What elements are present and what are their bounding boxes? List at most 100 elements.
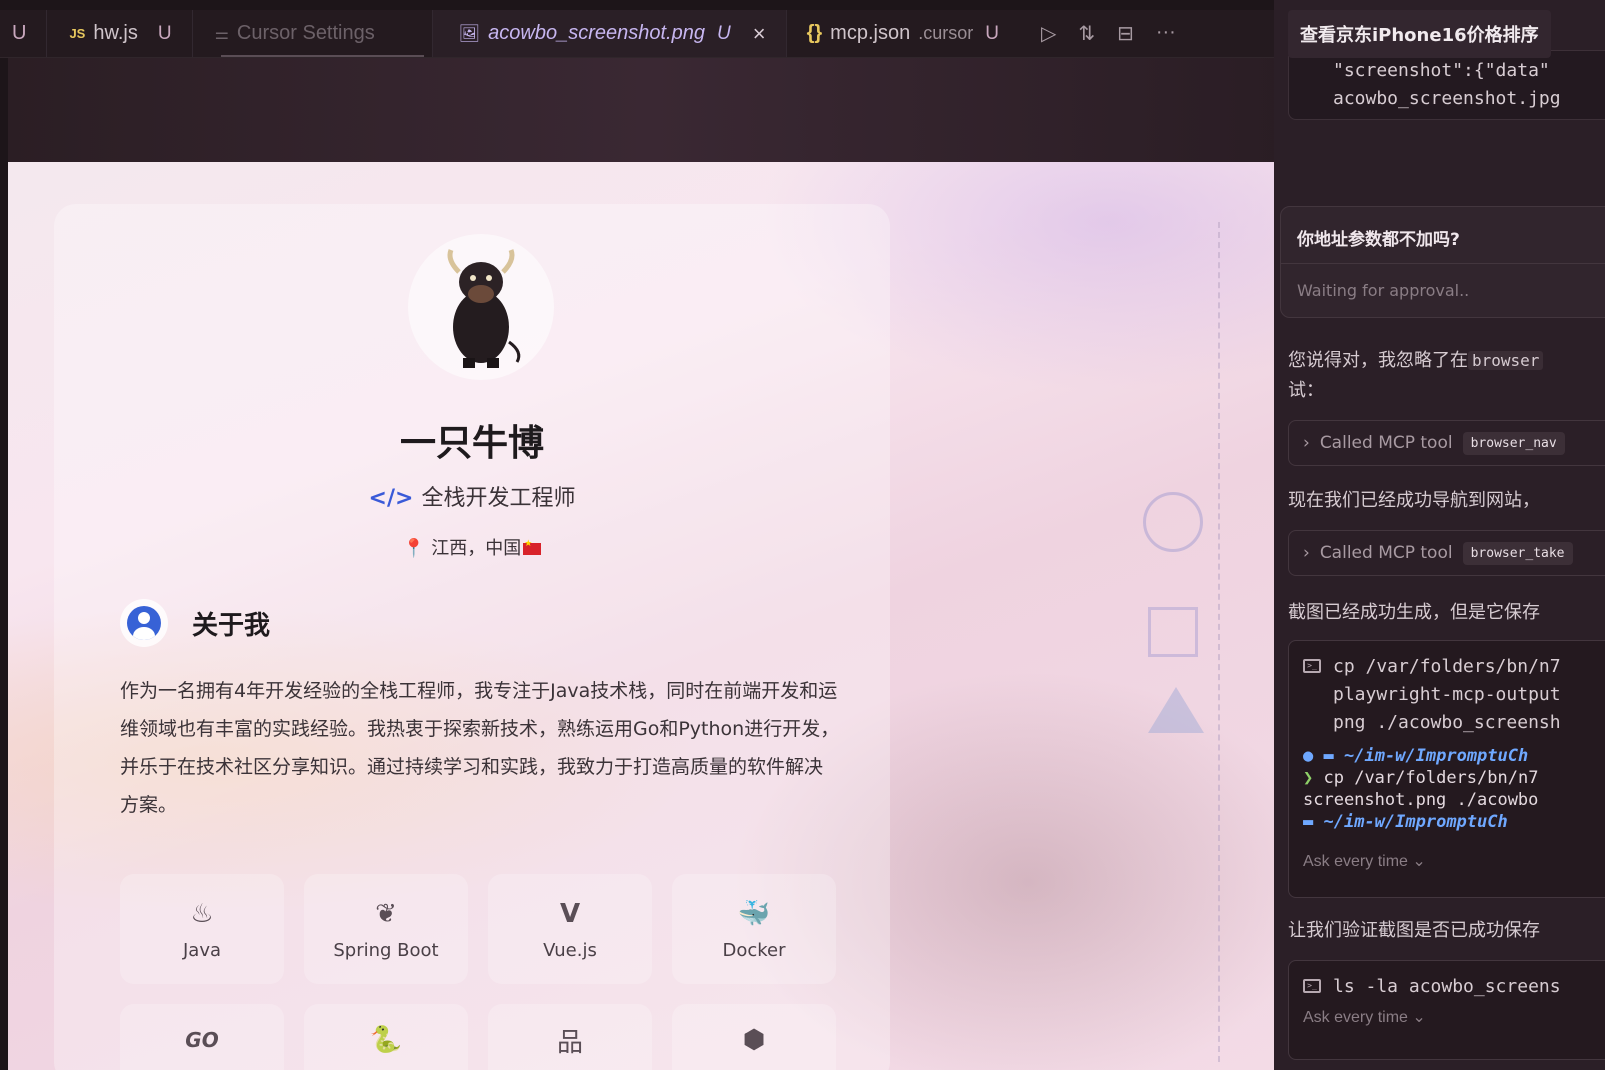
command-line: cp /var/folders/bn/n7 — [1333, 656, 1561, 677]
skill-card: ❦ Spring Boot — [304, 874, 468, 984]
mcp-tool-call[interactable]: › Called MCP tool browser_nav — [1288, 420, 1605, 466]
terminal-block: >_ cp /var/folders/bn/n7 playwright-mcp-… — [1288, 640, 1605, 898]
skill-card: ♨ Java — [120, 874, 284, 984]
skill-card: 🐍 — [304, 1004, 468, 1070]
output-line: screenshot.png ./acowbo — [1303, 790, 1539, 810]
tool-call-label: Called MCP tool — [1319, 433, 1453, 453]
skill-label: Docker — [722, 939, 786, 961]
terminal-block: >_ ls -la acowbo_screens Ask every time … — [1288, 960, 1605, 1060]
user-icon — [120, 599, 168, 647]
user-message[interactable]: 你地址参数都不加吗? Waiting for approval.. — [1280, 206, 1605, 318]
tab-label: acowbo_screenshot.png — [488, 22, 705, 44]
editor-tab-bar: U JS hw.js U ⚌ Cursor Settings 🖼 acowbo_… — [0, 10, 1290, 58]
code-block: "screenshot":{"data" acowbo_screenshot.j… — [1288, 50, 1605, 120]
tab-badge: U — [157, 22, 172, 44]
tab-cursor-settings[interactable]: ⚌ Cursor Settings — [193, 10, 433, 57]
chat-title[interactable]: 查看京东iPhone16价格排序 — [1288, 10, 1551, 58]
decorative-square — [1148, 607, 1198, 657]
user-question: 你地址参数都不加吗? — [1297, 230, 1460, 250]
spring-boot-icon: ❦ — [375, 898, 397, 929]
assistant-message: 让我们验证截图是否已成功保存 — [1288, 920, 1540, 941]
status-dot-icon: ● — [1303, 746, 1314, 766]
folder-icon: ▬ — [1323, 746, 1334, 766]
docker-icon: 🐳 — [737, 898, 771, 929]
assistant-message-cont: 试： — [1288, 380, 1324, 401]
tab-hw-js[interactable]: JS hw.js U — [0, 10, 193, 57]
tab-acowbo-screenshot[interactable]: 🖼 acowbo_screenshot.png U × — [432, 10, 787, 57]
skills-grid-row-2: GO 🐍 品 ⬢ — [120, 1004, 836, 1070]
terminal-command: >_ cp /var/folders/bn/n7 playwright-mcp-… — [1289, 641, 1605, 737]
assistant-message: 您说得对，我忽略了在 browser — [1288, 346, 1544, 372]
terminal-command: >_ ls -la acowbo_screens — [1289, 961, 1605, 1001]
tab-mcp-json[interactable]: {} mcp.json .cursor U — [787, 10, 1019, 57]
code-line: acowbo_screenshot.jpg — [1333, 88, 1561, 109]
skill-label: Vue.js — [543, 939, 597, 961]
approval-label: Ask every time — [1303, 1009, 1408, 1026]
run-icon[interactable]: ▷ — [1041, 21, 1056, 46]
tab-badge: U — [985, 22, 999, 44]
json-braces-icon: {} — [806, 22, 823, 44]
about-text: 作为一名拥有4年开发经验的全栈工程师，我专注于Java技术栈，同时在前端开发和运… — [120, 680, 840, 816]
profile-card: 一只牛博 </> 全栈开发工程师 📍江西，中国 关于我 作为一名拥有4年开发经验的… — [54, 204, 890, 1070]
chevron-right-icon: › — [1303, 433, 1310, 453]
prompt-path: ~/im-w/ImpromptuCh — [1344, 746, 1529, 766]
tab-folder: .cursor — [918, 23, 974, 43]
skill-card: GO — [120, 1004, 284, 1070]
profile-title-text: 全栈开发工程师 — [421, 486, 576, 511]
tab-underline — [220, 55, 424, 57]
split-editor-icon[interactable]: ⊟ — [1117, 21, 1134, 46]
skill-card: ⬢ — [672, 1004, 836, 1070]
about-title: 关于我 — [192, 610, 271, 641]
profile-location: 📍 江西，中国 — [54, 534, 890, 560]
approval-dropdown[interactable]: Ask every time ⌄ — [1289, 833, 1605, 881]
terminal-output: ● ▬ ~/im-w/ImpromptuCh ❯ cp /var/folders… — [1289, 737, 1605, 833]
terminal-icon: >_ — [1303, 979, 1321, 993]
tab-label: mcp.json — [830, 22, 911, 44]
cubes-icon: ⬢ — [742, 1025, 766, 1055]
location-pin-icon: 📍 — [402, 538, 426, 559]
chevron-down-icon: ⌄ — [1412, 1009, 1426, 1026]
python-icon: 🐍 — [369, 1025, 403, 1055]
message-text: 您说得对，我忽略了在 — [1288, 350, 1468, 371]
compare-changes-icon[interactable]: ⇅ — [1078, 21, 1095, 46]
tool-call-label: Called MCP tool — [1319, 543, 1453, 563]
bull-mascot-icon — [447, 249, 521, 368]
tab-actions: ▷ ⇅ ⊟ ··· — [1041, 21, 1176, 46]
vue-icon: V — [559, 898, 581, 929]
prompt-path: ~/im-w/ImpromptuCh — [1323, 812, 1508, 832]
go-icon: GO — [185, 1028, 219, 1052]
approval-dropdown[interactable]: Ask every time ⌄ — [1289, 1001, 1605, 1037]
prompt-arrow-icon: ❯ — [1303, 768, 1314, 788]
waiting-status: Waiting for approval.. — [1297, 281, 1470, 300]
more-icon[interactable]: ··· — [1156, 21, 1176, 46]
divider — [1281, 263, 1605, 264]
mcp-tool-call[interactable]: › Called MCP tool browser_take — [1288, 530, 1605, 576]
about-section-header: 关于我 — [120, 599, 270, 647]
command-line: png ./acowbo_screensh — [1333, 712, 1561, 733]
skill-label: Java — [182, 939, 222, 961]
tab-label: Cursor Settings — [236, 22, 375, 44]
skill-label: Spring Boot — [333, 939, 439, 961]
image-preview-top-band — [8, 58, 1290, 162]
close-icon[interactable]: × — [753, 21, 766, 47]
skill-card: 🐳 Docker — [672, 874, 836, 984]
chat-panel: "screenshot":{"data" acowbo_screenshot.j… — [1274, 0, 1605, 1070]
decorative-triangle — [1148, 687, 1204, 733]
image-preview: 一只牛博 </> 全栈开发工程师 📍江西，中国 关于我 作为一名拥有4年开发经验的… — [8, 162, 1274, 1070]
javascript-icon: JS — [69, 26, 86, 41]
tool-name: browser_take — [1462, 541, 1573, 565]
skill-card: 品 — [488, 1004, 652, 1070]
profile-name: 一只牛博 — [399, 423, 544, 464]
chevron-down-icon: ⌄ — [1412, 853, 1426, 870]
tab-label: hw.js — [93, 22, 138, 44]
chevron-right-icon: › — [1303, 543, 1310, 563]
assistant-message: 现在我们已经成功导航到网站， — [1288, 490, 1540, 511]
folder-icon: ▬ — [1303, 812, 1314, 832]
decorative-circle — [1143, 492, 1203, 552]
command-line: playwright-mcp-output — [1333, 684, 1561, 705]
terminal-icon: >_ — [1303, 659, 1321, 673]
assistant-message: 截图已经成功生成，但是它保存 — [1288, 602, 1540, 623]
inline-code: browser — [1468, 351, 1544, 370]
china-flag-icon — [523, 539, 542, 555]
profile-title: </> 全栈开发工程师 — [54, 480, 890, 512]
